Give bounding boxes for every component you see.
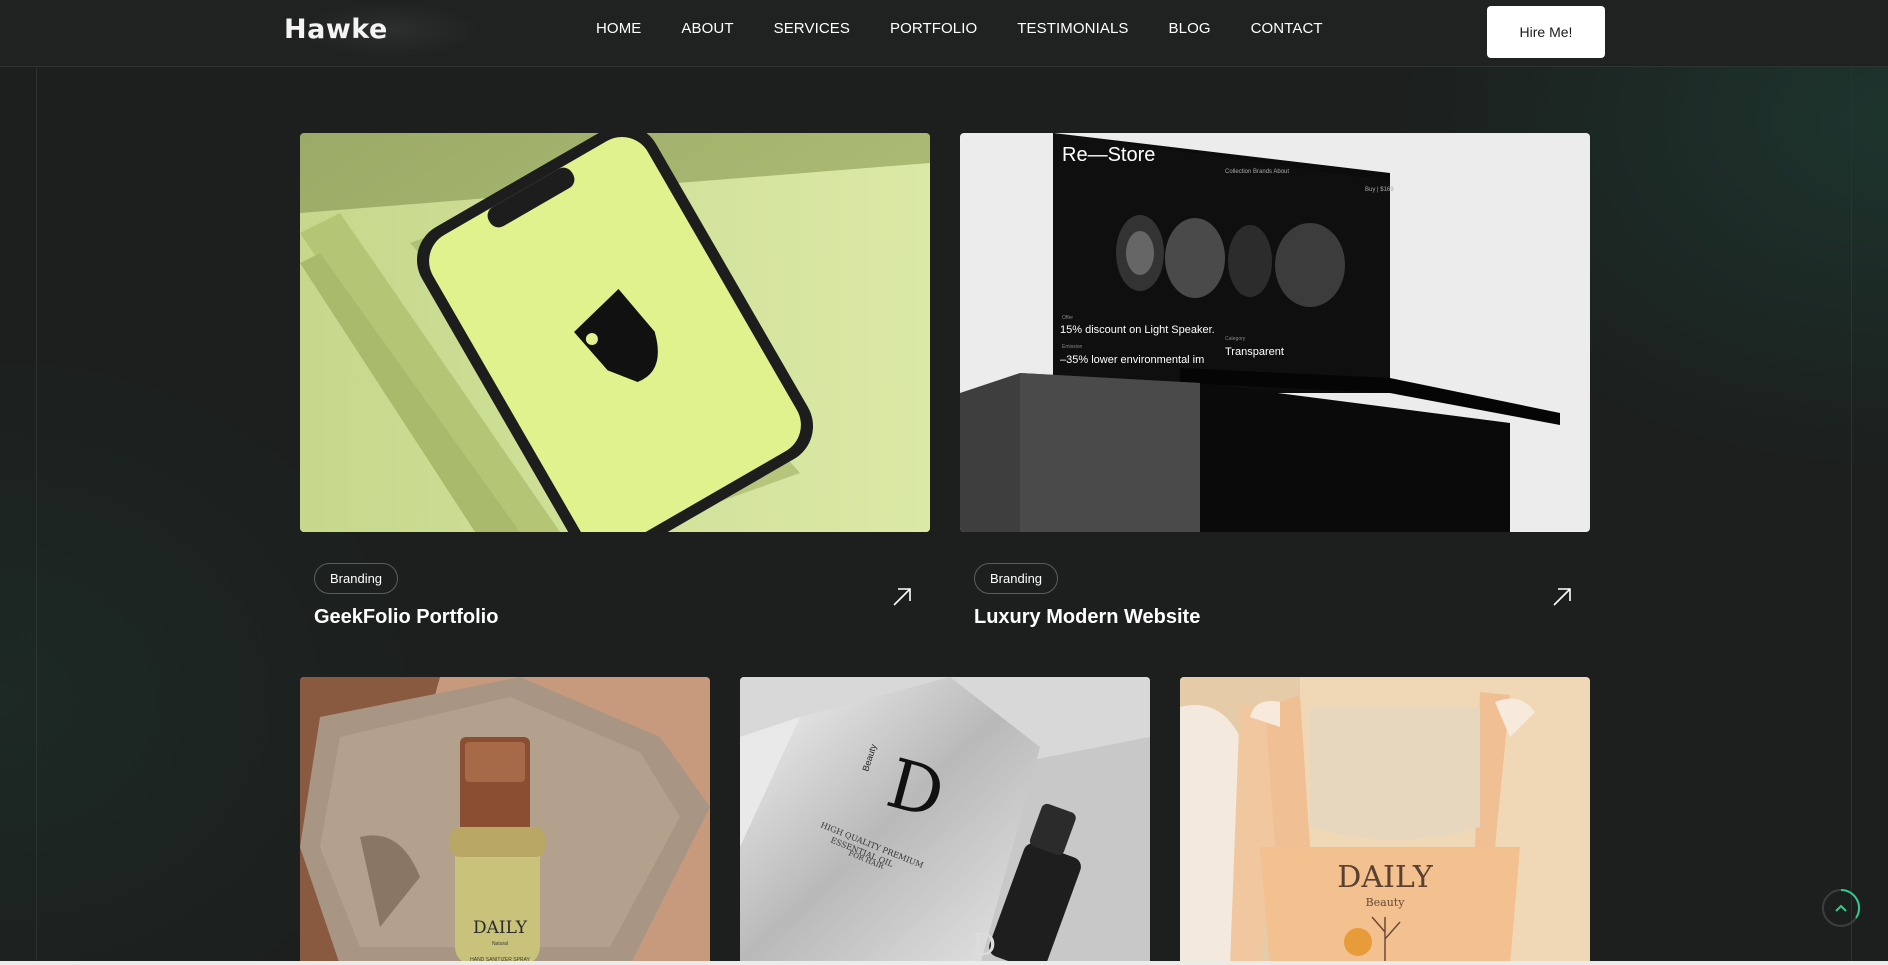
site-logo[interactable]: Hawke (284, 14, 388, 45)
site-header: Hawke HOME ABOUT SERVICES PORTFOLIO TEST… (0, 0, 1888, 67)
frame-line-right (1851, 68, 1852, 965)
portfolio-image-essential-oil[interactable]: D Beauty HIGH QUALITY PREMIUM ESSENTIAL … (740, 677, 1150, 965)
svg-text:D: D (972, 928, 996, 963)
chevron-up-icon (1822, 888, 1861, 927)
svg-text:Beauty: Beauty (1366, 896, 1406, 909)
arrow-up-right-icon[interactable] (890, 585, 914, 609)
portfolio-image-tote-bag[interactable]: DAILY Beauty (1180, 677, 1590, 965)
svg-text:Collection Brands About: Collection Brands About (1225, 169, 1289, 175)
portfolio-image-geekfolio[interactable] (300, 133, 930, 532)
svg-text:Offer: Offer (1062, 315, 1073, 321)
project-title[interactable]: Luxury Modern Website (974, 606, 1200, 629)
nav-contact[interactable]: CONTACT (1251, 20, 1323, 37)
svg-text:Emission: Emission (1062, 344, 1083, 350)
arrow-up-right-icon[interactable] (1550, 585, 1574, 609)
svg-text:Transparent: Transparent (1225, 346, 1284, 358)
spray-bottle-illustration: DAILY Natural HAND SANITIZER SPRAY (300, 677, 710, 965)
nav-about[interactable]: ABOUT (681, 20, 733, 37)
bottom-strip (0, 961, 1888, 965)
nav-home[interactable]: HOME (596, 20, 641, 37)
frame-line-left (36, 68, 37, 965)
svg-text:DAILY: DAILY (473, 918, 528, 938)
phone-mockup-illustration (300, 133, 930, 532)
nav-testimonials[interactable]: TESTIMONIALS (1017, 20, 1128, 37)
hire-me-button[interactable]: Hire Me! (1487, 6, 1605, 58)
portfolio-image-luxury-website[interactable]: Re—Store Collection Brands About Buy | $… (960, 133, 1590, 532)
portfolio-image-daily-spray[interactable]: DAILY Natural HAND SANITIZER SPRAY (300, 677, 710, 965)
restore-brand: Re—Store (1062, 144, 1155, 166)
svg-text:Buy | $169: Buy | $169 (1365, 187, 1394, 193)
scroll-to-top-button[interactable] (1820, 887, 1862, 929)
svg-text:15% discount on Light Speaker.: 15% discount on Light Speaker. (1060, 324, 1215, 336)
nav-portfolio[interactable]: PORTFOLIO (890, 20, 977, 37)
main-nav: HOME ABOUT SERVICES PORTFOLIO TESTIMONIA… (596, 20, 1363, 37)
oil-box-illustration: D Beauty HIGH QUALITY PREMIUM ESSENTIAL … (740, 677, 1150, 965)
category-tag[interactable]: Branding (974, 563, 1059, 594)
laptop-mockup-illustration: Re—Store Collection Brands About Buy | $… (960, 133, 1590, 532)
nav-services[interactable]: SERVICES (774, 20, 850, 37)
tote-bag-illustration: DAILY Beauty (1180, 677, 1590, 965)
svg-text:Category: Category (1225, 336, 1246, 342)
nav-blog[interactable]: BLOG (1169, 20, 1211, 37)
category-tag[interactable]: Branding (314, 563, 399, 594)
svg-text:Natural: Natural (492, 941, 508, 947)
svg-text:–35% lower environmental im: –35% lower environmental im (1060, 354, 1204, 366)
project-title[interactable]: GeekFolio Portfolio (314, 606, 498, 629)
svg-text:DAILY: DAILY (1337, 860, 1434, 895)
